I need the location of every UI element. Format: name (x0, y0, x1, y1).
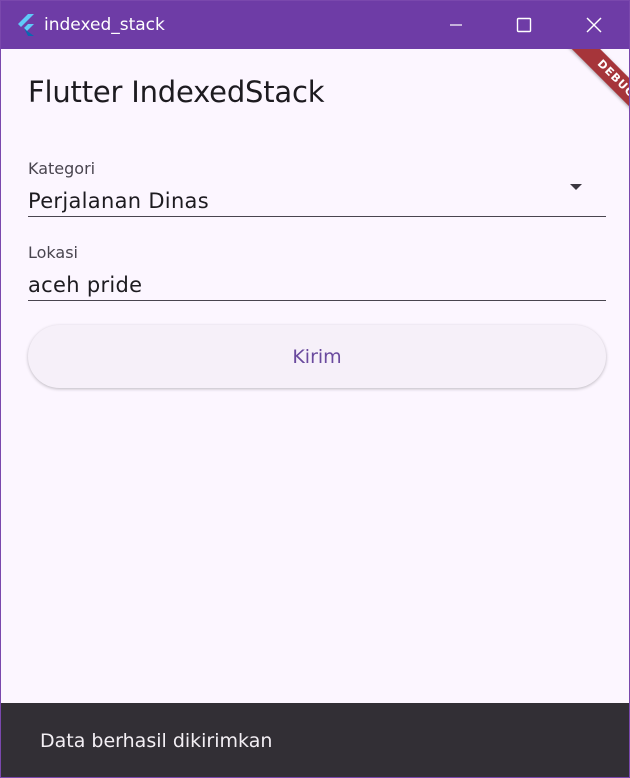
minimize-icon (450, 24, 462, 26)
close-button[interactable] (559, 1, 629, 49)
dropdown-arrow-icon[interactable] (570, 184, 582, 190)
window-title: indexed_stack (44, 15, 165, 35)
kategori-label: Kategori (28, 159, 96, 178)
main-content: Flutter IndexedStack Kategori Perjalanan… (1, 49, 629, 703)
flutter-logo-icon (18, 14, 34, 36)
lokasi-label: Lokasi (28, 243, 78, 262)
maximize-icon (516, 17, 532, 33)
lokasi-input[interactable]: Lokasi aceh pride (28, 240, 606, 301)
close-icon (586, 17, 602, 33)
maximize-button[interactable] (489, 1, 559, 49)
kategori-dropdown[interactable]: Kategori Perjalanan Dinas (28, 156, 606, 217)
minimize-button[interactable] (421, 1, 491, 49)
kategori-value: Perjalanan Dinas (28, 189, 209, 213)
kirim-button[interactable]: Kirim (28, 325, 606, 388)
page-title: Flutter IndexedStack (28, 75, 325, 109)
app-window: indexed_stack Flutter IndexedStack Kateg… (0, 0, 630, 778)
title-bar[interactable]: indexed_stack (1, 1, 629, 49)
snackbar: Data berhasil dikirimkan (1, 703, 629, 777)
lokasi-value[interactable]: aceh pride (28, 273, 142, 297)
snackbar-message: Data berhasil dikirimkan (40, 730, 273, 752)
